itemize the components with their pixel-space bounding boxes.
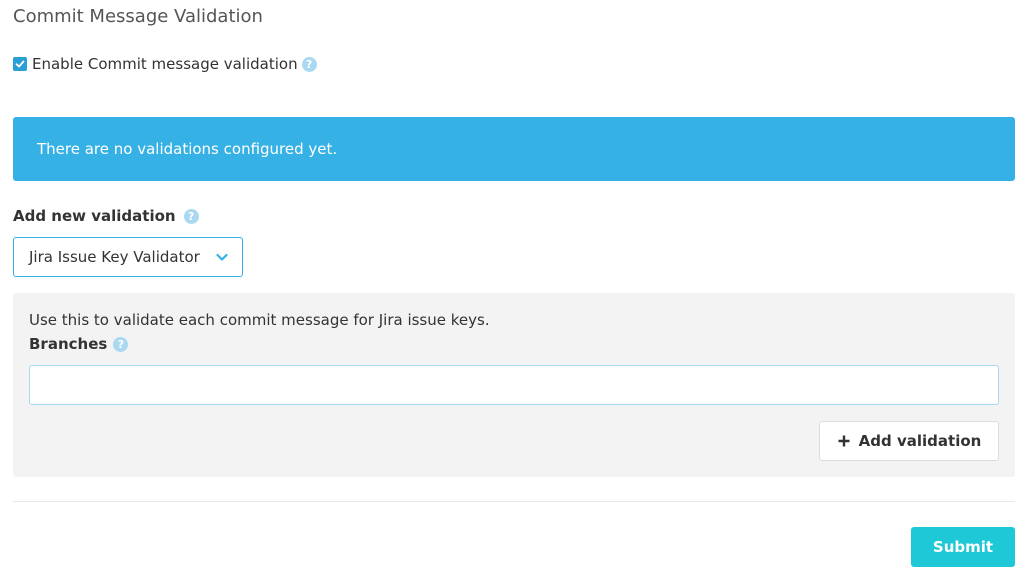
add-validation-label: Add new validation [13, 207, 176, 225]
divider [13, 501, 1015, 502]
add-validation-label-row: Add new validation ? [13, 206, 199, 226]
validator-description: Use this to validate each commit message… [29, 311, 490, 329]
validator-config-panel: Use this to validate each commit message… [13, 293, 1015, 477]
alert-message: There are no validations configured yet. [37, 140, 338, 158]
validator-type-selected: Jira Issue Key Validator [29, 248, 200, 266]
enable-validation-label[interactable]: Enable Commit message validation [32, 55, 298, 73]
chevron-down-icon [216, 253, 228, 261]
branches-input[interactable] [29, 365, 999, 405]
branches-label-row: Branches ? [29, 334, 129, 354]
question-circle-icon[interactable]: ? [113, 336, 129, 352]
add-validation-button-label: Add validation [858, 432, 982, 450]
question-circle-icon[interactable]: ? [301, 56, 317, 72]
branches-label: Branches [29, 335, 108, 353]
validator-type-select[interactable]: Jira Issue Key Validator [13, 237, 243, 277]
submit-button[interactable]: Submit [911, 527, 1015, 567]
question-circle-icon[interactable]: ? [183, 208, 199, 224]
page-title: Commit Message Validation [13, 6, 263, 27]
checkmark-icon [15, 60, 25, 68]
add-validation-button[interactable]: Add validation [819, 421, 999, 461]
info-alert: There are no validations configured yet. [13, 117, 1015, 181]
enable-validation-checkbox[interactable] [13, 57, 27, 71]
enable-validation-row: Enable Commit message validation ? [13, 54, 317, 74]
plus-icon [837, 434, 851, 448]
